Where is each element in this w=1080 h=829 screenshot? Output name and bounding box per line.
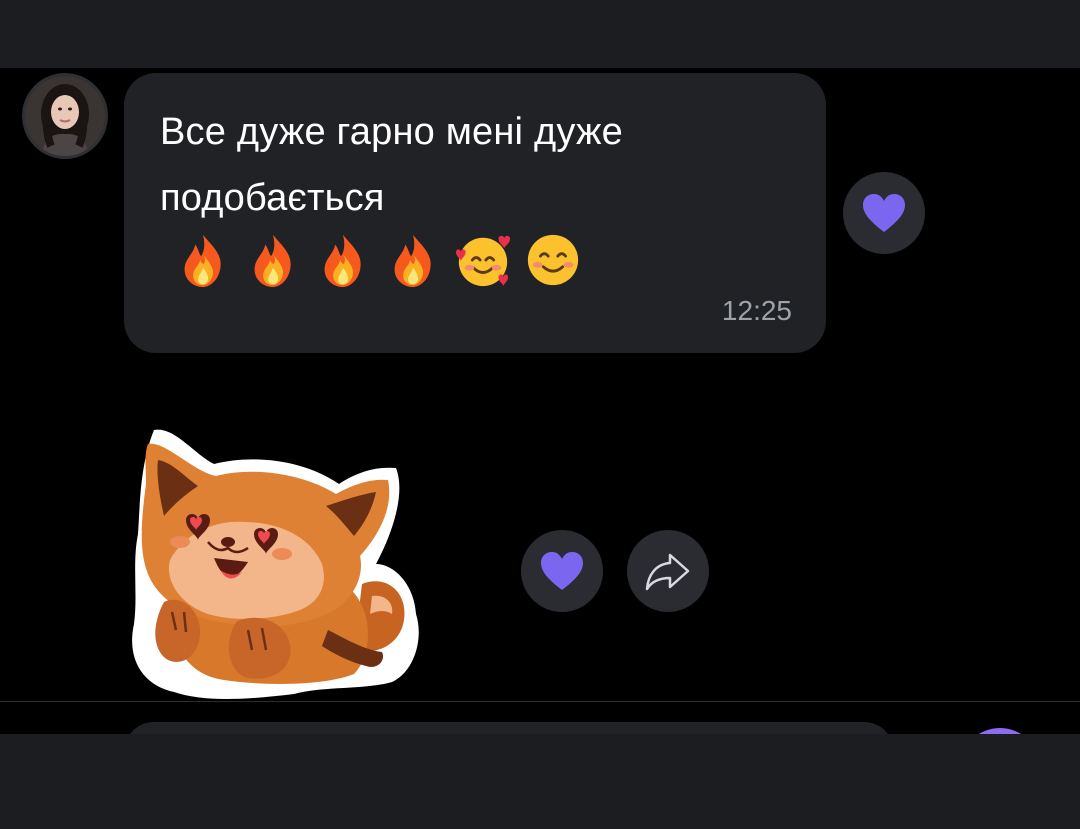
fire-emoji-icon [384,231,442,289]
avatar-photo-icon [25,76,105,156]
message-bubble[interactable]: Все дуже гарно мені дуже подобається 12:… [124,73,826,353]
fire-emoji-icon [174,231,232,289]
message-text-block: Все дуже гарно мені дуже подобається [160,99,800,300]
heart-icon [541,552,583,590]
emoji-row [174,231,582,289]
message-timestamp: 12:25 [721,295,792,326]
sender-avatar[interactable] [22,73,108,159]
message-input[interactable] [124,722,894,734]
heart-reaction-button[interactable] [521,530,603,612]
heart-reaction-button[interactable] [843,172,925,254]
share-icon [645,553,690,591]
fire-emoji-icon [314,231,372,289]
bottom-bar [0,734,1080,829]
smiling-face-with-hearts-emoji-icon [454,231,512,289]
red-panda-sticker-icon [132,429,419,699]
heart-icon [863,194,905,232]
fire-emoji-icon [244,231,302,289]
share-button[interactable] [627,530,709,612]
top-bar [0,0,1080,68]
message-text: Все дуже гарно мені дуже подобається [160,111,623,219]
composer-area [0,702,1080,734]
smiling-face-emoji-icon [524,231,582,289]
red-panda-sticker[interactable] [124,424,424,704]
